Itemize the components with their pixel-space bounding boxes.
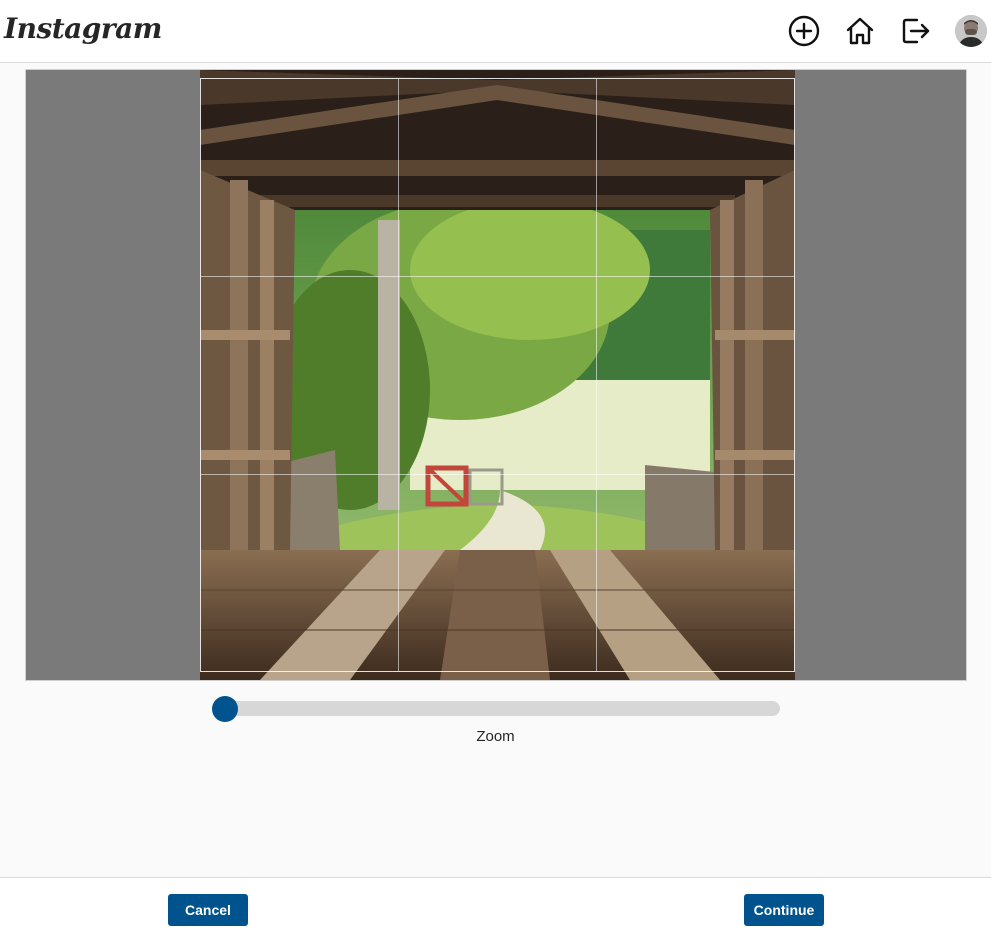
image-crop-area (25, 69, 967, 681)
top-nav-bar: Instagram (0, 0, 991, 63)
editor-footer: Cancel Continue (0, 877, 991, 940)
home-icon (846, 17, 874, 45)
zoom-slider-track[interactable] (214, 701, 780, 716)
continue-button[interactable]: Continue (744, 894, 824, 926)
logout-button[interactable] (899, 14, 933, 48)
new-post-button[interactable] (787, 14, 821, 48)
grid-line-horizontal-1 (201, 276, 794, 277)
home-button[interactable] (843, 14, 877, 48)
cancel-button[interactable]: Cancel (168, 894, 248, 926)
instagram-logo[interactable]: Instagram (4, 12, 162, 45)
plus-circle-icon (788, 15, 820, 47)
zoom-slider-thumb[interactable] (212, 696, 238, 722)
grid-line-vertical-2 (596, 79, 597, 671)
logout-icon (902, 18, 930, 44)
crop-grid[interactable] (200, 78, 795, 672)
avatar[interactable] (955, 15, 987, 47)
grid-line-horizontal-2 (201, 474, 794, 475)
grid-line-vertical-1 (398, 79, 399, 671)
user-photo-icon (955, 15, 987, 47)
zoom-label: Zoom (476, 728, 515, 745)
